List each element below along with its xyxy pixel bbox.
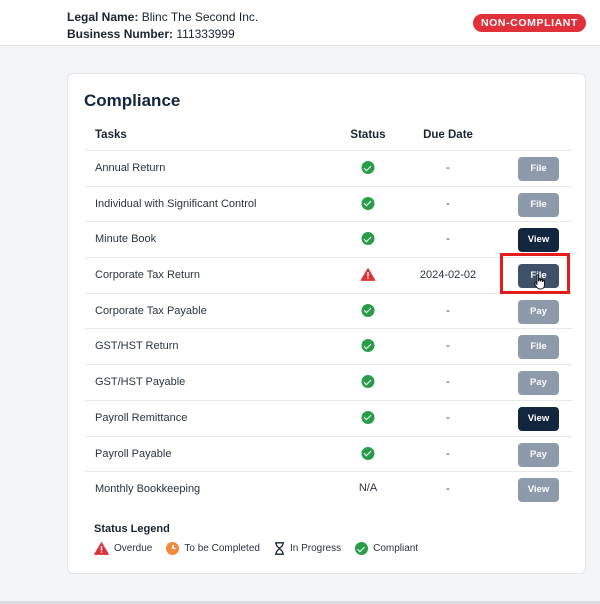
legend-overdue: Overdue (94, 542, 152, 555)
legend-to-be-completed: To be Completed (166, 542, 260, 555)
legend-to-be-completed-label: To be Completed (184, 543, 260, 554)
clock-icon (166, 542, 180, 555)
task-name: Minute Book (95, 233, 157, 246)
task-name: Annual Return (95, 162, 166, 174)
view-button[interactable]: View (518, 406, 559, 431)
task-name: Corporate Tax Return (95, 269, 200, 282)
company-info: Legal Name: Blinc The Second Inc. Busine… (67, 9, 258, 43)
compliant-check-icon (361, 339, 375, 353)
task-name: Payroll Payable (95, 447, 172, 460)
table-row: GST/HST Payable - Pay (85, 364, 572, 400)
status-text: N/A (358, 482, 378, 495)
task-name: Individual with Significant Control (95, 197, 257, 210)
view-button[interactable]: View (518, 478, 559, 503)
view-button[interactable]: View (518, 228, 559, 253)
compliance-card: Compliance Tasks Status Due Date Annual … (67, 73, 586, 574)
pay-button[interactable]: Pay (518, 442, 559, 467)
compliant-check-icon (361, 232, 375, 246)
compliant-check-icon (361, 161, 375, 174)
task-name: Corporate Tax Payable (95, 304, 207, 317)
table-header: Tasks Status Due Date (85, 129, 572, 151)
compliance-table: Annual Return - File Individual with Signif… (85, 150, 572, 507)
table-row: Annual Return - File (85, 150, 572, 186)
compliant-check-icon (361, 446, 375, 460)
pay-button[interactable]: Pay (518, 299, 559, 324)
header-due-date: Due Date (423, 129, 473, 141)
legal-name-value: Blinc The Second Inc. (141, 10, 259, 24)
file-button[interactable]: File (518, 192, 559, 217)
due-date: - (446, 233, 450, 246)
due-date: - (446, 162, 450, 174)
due-date: - (446, 197, 450, 210)
check-icon (355, 542, 369, 555)
due-date: 2024-02-02 (419, 269, 477, 282)
legend-in-progress-label: In Progress (289, 543, 342, 554)
due-date: - (446, 304, 450, 317)
table-row: Minute Book - View (85, 221, 572, 257)
legend-compliant-label: Compliant (373, 543, 419, 554)
legend-title: Status Legend (94, 523, 170, 535)
legend-compliant: Compliant (355, 542, 418, 555)
due-date: - (446, 447, 450, 460)
status-legend: Overdue To be Completed In Progress Comp… (94, 542, 432, 555)
compliance-title: Compliance (84, 91, 181, 110)
compliant-check-icon (361, 196, 375, 210)
table-row: Corporate Tax Payable - Pay (85, 292, 572, 329)
task-name: GST/HST Return (95, 340, 179, 353)
task-name: Monthly Bookkeeping (95, 483, 201, 496)
task-name: Payroll Remittance (95, 411, 188, 424)
business-number-label: Business Number: (67, 27, 174, 41)
due-date: - (446, 376, 450, 389)
due-date: - (446, 483, 450, 496)
hand-cursor-icon (533, 274, 545, 290)
warning-icon (94, 542, 109, 555)
task-name: GST/HST Payable (95, 376, 186, 389)
file-button[interactable]: File (518, 157, 559, 181)
legal-name-label: Legal Name: (67, 10, 139, 24)
status-badge: NON-COMPLIANT (472, 14, 586, 32)
table-row: GST/HST Return - File (85, 328, 572, 364)
compliant-check-icon (361, 303, 375, 317)
table-row: Monthly Bookkeeping N/A - View (85, 471, 572, 507)
header-tasks: Tasks (95, 129, 127, 141)
due-date: - (446, 340, 450, 353)
compliant-check-icon (361, 375, 375, 389)
due-date: - (446, 411, 450, 424)
header-status: Status (350, 129, 386, 141)
legal-name-line: Legal Name: Blinc The Second Inc. (67, 9, 258, 26)
table-row: Payroll Remittance - View (85, 399, 572, 436)
business-number-value: 111333999 (176, 27, 235, 41)
overdue-warning-icon (360, 268, 376, 281)
file-button[interactable]: File (518, 335, 559, 360)
compliant-check-icon (361, 410, 375, 424)
table-row: Corporate Tax Return2024-02-02File (85, 257, 572, 293)
business-number-line: Business Number: 111333999 (67, 26, 258, 43)
company-header: Legal Name: Blinc The Second Inc. Busine… (0, 0, 600, 46)
table-row: Payroll Payable - Pay (85, 435, 572, 472)
legend-in-progress: In Progress (274, 542, 341, 555)
legend-overdue-label: Overdue (114, 543, 153, 554)
table-row: Individual with Significant Control - File (85, 185, 572, 222)
hourglass-icon (274, 542, 284, 555)
pay-button[interactable]: Pay (518, 371, 559, 396)
